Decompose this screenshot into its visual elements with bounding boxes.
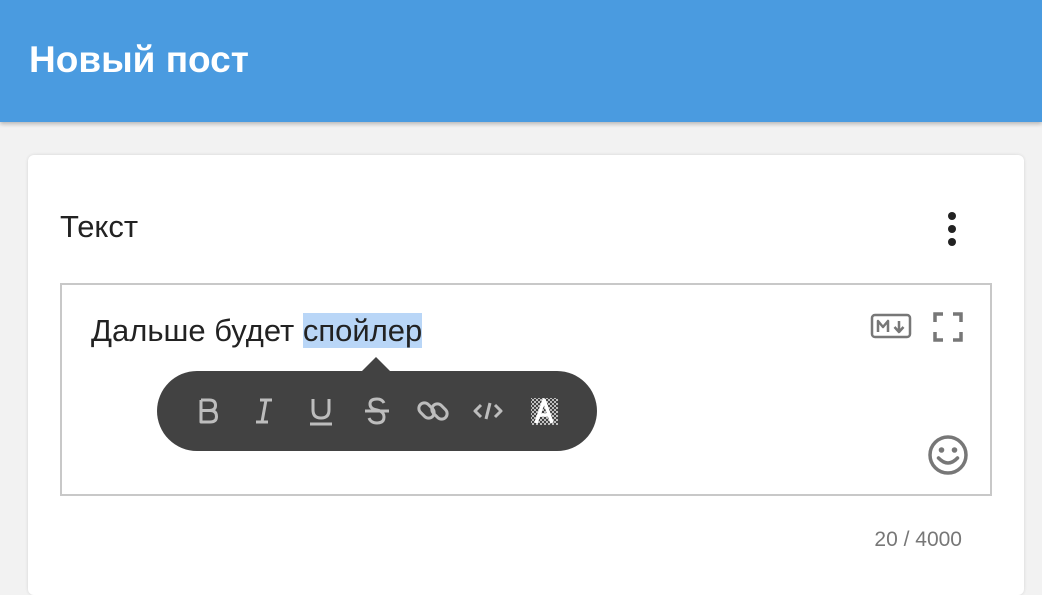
more-vertical-icon bbox=[948, 212, 956, 246]
underline-button[interactable] bbox=[303, 393, 339, 429]
emoji-smile-icon bbox=[928, 435, 968, 475]
page-title: Новый пост bbox=[29, 39, 249, 80]
code-icon bbox=[473, 402, 503, 420]
fullscreen-icon bbox=[933, 312, 963, 342]
text-editor[interactable]: Дальше будет спойлер bbox=[60, 283, 992, 496]
editor-content[interactable]: Дальше будет спойлер bbox=[91, 310, 423, 352]
bold-button[interactable] bbox=[190, 393, 226, 429]
strikethrough-button[interactable] bbox=[359, 393, 395, 429]
format-toolbar bbox=[157, 357, 597, 451]
strikethrough-icon bbox=[365, 397, 389, 425]
toolbar-pointer bbox=[362, 357, 390, 371]
more-menu-button[interactable] bbox=[932, 209, 972, 249]
spoiler-button[interactable] bbox=[526, 393, 562, 429]
post-card: Текст Дальше будет спойлер 20 / 4000 bbox=[28, 155, 1024, 595]
underline-icon bbox=[310, 399, 332, 426]
section-title: Текст bbox=[60, 209, 139, 244]
editor-text-selected: спойлер bbox=[302, 313, 423, 348]
editor-text-plain: Дальше будет bbox=[91, 313, 303, 348]
character-counter: 20 / 4000 bbox=[874, 528, 962, 551]
link-icon bbox=[417, 401, 449, 421]
link-button[interactable] bbox=[415, 393, 451, 429]
code-button[interactable] bbox=[470, 393, 506, 429]
app-bar: Новый пост bbox=[0, 0, 1042, 122]
fullscreen-button[interactable] bbox=[932, 311, 964, 343]
emoji-button[interactable] bbox=[926, 433, 970, 477]
markdown-toggle-button[interactable] bbox=[870, 312, 912, 340]
bold-icon bbox=[199, 398, 218, 424]
italic-icon bbox=[256, 398, 272, 424]
spoiler-icon bbox=[531, 398, 558, 425]
italic-button[interactable] bbox=[246, 393, 282, 429]
markdown-icon bbox=[870, 313, 912, 339]
